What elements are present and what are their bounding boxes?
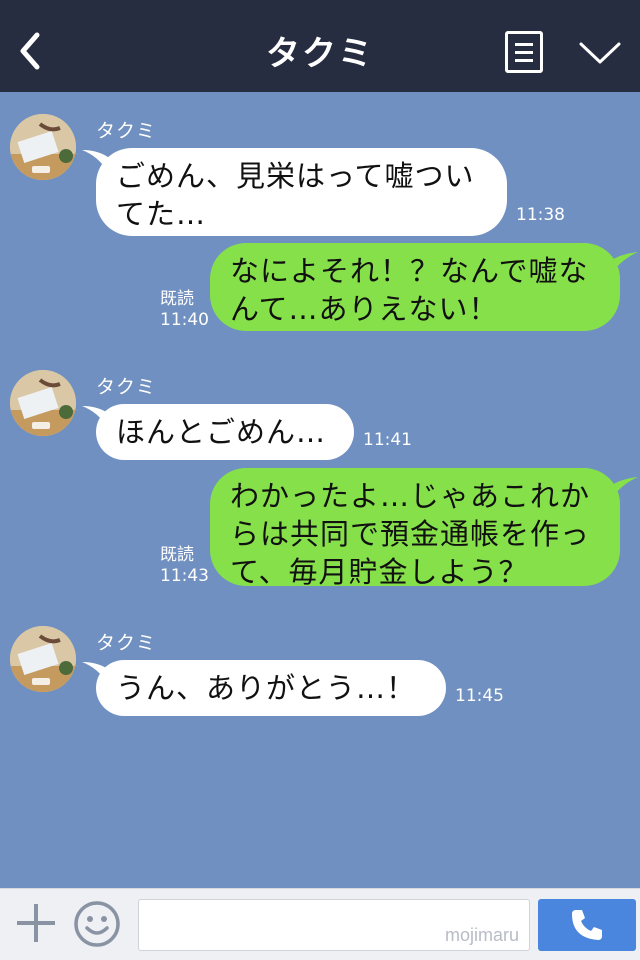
message-time: 11:40 — [160, 310, 209, 330]
message-time: 11:45 — [455, 686, 504, 706]
read-label: 既読 — [160, 545, 194, 565]
message-bubble[interactable]: ごめん、見栄はって嘘ついてた… — [96, 148, 507, 236]
read-status: 既読 11:40 — [160, 289, 209, 331]
sender-name: タクミ — [96, 376, 157, 398]
chat-title: タクミ — [266, 34, 374, 74]
message-input-bar: mojimaru — [0, 888, 640, 960]
chat-header: タクミ — [0, 0, 640, 92]
menu-list-icon — [515, 43, 533, 46]
message-bubble[interactable]: ほんとごめん… — [96, 404, 354, 460]
message-input[interactable]: mojimaru — [138, 899, 530, 951]
read-label: 既読 — [160, 289, 194, 309]
message-bubble[interactable]: うん、ありがとう…！ — [96, 660, 446, 716]
message-bubble[interactable]: わかったよ…じゃあこれからは共同で預金通帳を作って、毎月貯金しよう？ — [210, 468, 620, 589]
smiley-icon — [74, 901, 120, 947]
expand-button[interactable] — [575, 36, 625, 70]
read-status: 既読 11:43 — [160, 545, 209, 587]
call-button[interactable] — [538, 899, 636, 951]
message-time: 11:38 — [516, 205, 565, 225]
avatar[interactable] — [10, 370, 76, 436]
avatar[interactable] — [10, 114, 76, 180]
plus-icon — [17, 904, 55, 942]
message-time: 11:43 — [160, 566, 209, 586]
phone-icon — [572, 910, 602, 940]
add-button[interactable] — [14, 901, 58, 945]
avatar[interactable] — [10, 626, 76, 692]
sender-name: タクミ — [96, 632, 157, 654]
chevron-down-icon — [579, 42, 621, 64]
watermark: mojimaru — [444, 925, 519, 945]
message-time: 11:41 — [363, 430, 412, 450]
sender-name: タクミ — [96, 120, 157, 142]
menu-line — [515, 51, 533, 54]
menu-button[interactable] — [505, 31, 543, 73]
message-bubble[interactable]: なによそれ！？なんで嘘なんて…ありえない！ — [210, 243, 620, 331]
emoji-button[interactable] — [72, 899, 122, 949]
menu-line — [515, 59, 533, 62]
